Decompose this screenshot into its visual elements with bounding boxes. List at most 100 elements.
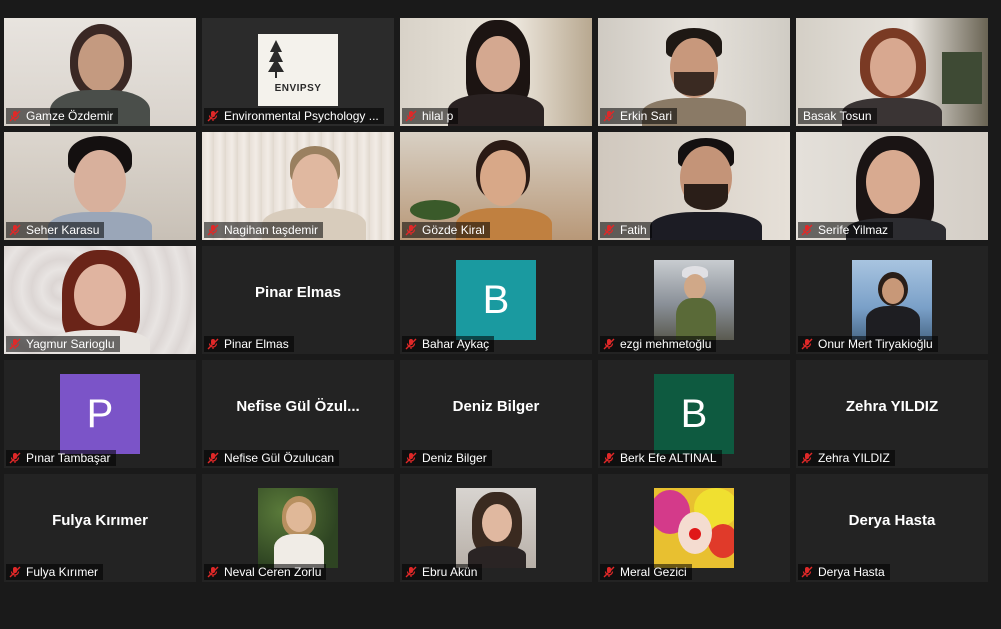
mic-muted-icon	[207, 452, 219, 464]
participant-tile[interactable]: Fatih	[598, 132, 790, 240]
profile-photo	[654, 488, 734, 568]
display-name: Pinar Elmas	[255, 284, 341, 301]
participant-tile[interactable]: Gamze Özdemir	[4, 18, 196, 126]
name-bar: Pinar Elmas	[204, 336, 294, 352]
participant-tile[interactable]: Gözde Kiral	[400, 132, 592, 240]
participant-tile[interactable]: Erkin Sari	[598, 18, 790, 126]
participant-name: hilal p	[422, 109, 454, 123]
name-bar: Basak Tosun	[798, 108, 877, 124]
name-bar: Fulya Kırımer	[6, 564, 104, 580]
participant-tile[interactable]: hilal p	[400, 18, 592, 126]
name-bar: Zehra YILDIZ	[798, 450, 895, 466]
participant-tile[interactable]: P Pınar Tambaşar	[4, 360, 196, 468]
mic-muted-icon	[603, 338, 615, 350]
letter-avatar: B	[654, 374, 734, 454]
participant-name: Fatih	[620, 223, 647, 237]
participant-tile[interactable]: Zehra YILDIZ Zehra YILDIZ	[796, 360, 988, 468]
profile-photo	[456, 488, 536, 568]
mic-muted-icon	[801, 452, 813, 464]
participant-name: Neval Ceren Zorlu	[224, 565, 322, 579]
name-bar: Nefise Gül Özulucan	[204, 450, 340, 466]
name-bar: Deniz Bilger	[402, 450, 492, 466]
mic-muted-icon	[405, 110, 417, 122]
participant-name: Onur Mert Tiryakioğlu	[818, 337, 933, 351]
name-bar: Fatih	[600, 222, 652, 238]
participant-tile[interactable]: Nefise Gül Özul... Nefise Gül Özulucan	[202, 360, 394, 468]
name-bar: Environmental Psychology ...	[204, 108, 384, 124]
mic-muted-icon	[9, 338, 21, 350]
mic-muted-icon	[405, 452, 417, 464]
profile-photo	[654, 260, 734, 340]
participant-tile[interactable]: B Berk Efe ALTINAL	[598, 360, 790, 468]
participant-name: Berk Efe ALTINAL	[620, 451, 717, 465]
envipsy-logo: ENVIPSY	[258, 34, 338, 106]
name-bar: Berk Efe ALTINAL	[600, 450, 722, 466]
name-bar: Bahar Aykaç	[402, 336, 495, 352]
name-bar: Gamze Özdemir	[6, 108, 119, 124]
participant-tile[interactable]: Seher Karasu	[4, 132, 196, 240]
avatar-letter: B	[482, 277, 510, 322]
participant-name: Bahar Aykaç	[422, 337, 490, 351]
display-name: Derya Hasta	[848, 512, 936, 529]
mic-muted-icon	[9, 566, 21, 578]
participant-name: Zehra YILDIZ	[818, 451, 890, 465]
participant-tile-active-speaker[interactable]: Basak Tosun	[796, 18, 988, 126]
mic-muted-icon	[405, 566, 417, 578]
display-name: Deniz Bilger	[452, 398, 540, 415]
name-bar: hilal p	[402, 108, 459, 124]
name-bar: Meral Gezici	[600, 564, 692, 580]
participant-name: Ebru Akün	[422, 565, 478, 579]
participant-tile[interactable]: Onur Mert Tiryakioğlu	[796, 246, 988, 354]
tree-icon	[268, 40, 284, 78]
participant-tile[interactable]: B Bahar Aykaç	[400, 246, 592, 354]
mic-muted-icon	[405, 338, 417, 350]
mic-muted-icon	[207, 110, 219, 122]
participant-tile[interactable]: Yagmur Sarioglu	[4, 246, 196, 354]
participant-tile[interactable]: Fulya Kırımer Fulya Kırımer	[4, 474, 196, 582]
participant-tile[interactable]: Nagihan taşdemir	[202, 132, 394, 240]
display-name: Fulya Kırımer	[52, 512, 148, 529]
name-bar: Nagihan taşdemir	[204, 222, 324, 238]
participant-name: Yagmur Sarioglu	[26, 337, 115, 351]
name-bar: ezgi mehmetoğlu	[600, 336, 717, 352]
participant-name: Meral Gezici	[620, 565, 687, 579]
mic-muted-icon	[9, 110, 21, 122]
mic-muted-icon	[603, 452, 615, 464]
participant-tile[interactable]: Meral Gezici	[598, 474, 790, 582]
participant-name: Basak Tosun	[803, 109, 872, 123]
mic-muted-icon	[801, 224, 813, 236]
participant-name: Gözde Kiral	[422, 223, 485, 237]
participant-tile[interactable]: Pinar Elmas Pinar Elmas	[202, 246, 394, 354]
mic-muted-icon	[9, 452, 21, 464]
mic-muted-icon	[603, 110, 615, 122]
participant-tile[interactable]: ENVIPSY Environmental Psychology ...	[202, 18, 394, 126]
participant-tile[interactable]: Deniz Bilger Deniz Bilger	[400, 360, 592, 468]
name-bar: Onur Mert Tiryakioğlu	[798, 336, 938, 352]
mic-muted-icon	[603, 224, 615, 236]
profile-photo	[852, 260, 932, 340]
mic-muted-icon	[207, 566, 219, 578]
participant-name: Serife Yilmaz	[818, 223, 889, 237]
name-bar: Derya Hasta	[798, 564, 890, 580]
mic-muted-icon	[207, 224, 219, 236]
name-bar: Yagmur Sarioglu	[6, 336, 120, 352]
mic-muted-icon	[405, 224, 417, 236]
participant-tile[interactable]: Derya Hasta Derya Hasta	[796, 474, 988, 582]
letter-avatar: B	[456, 260, 536, 340]
participant-tile[interactable]: Neval Ceren Zorlu	[202, 474, 394, 582]
participant-tile[interactable]: ezgi mehmetoğlu	[598, 246, 790, 354]
name-bar: Pınar Tambaşar	[6, 450, 116, 466]
participant-name: Gamze Özdemir	[26, 109, 114, 123]
mic-muted-icon	[207, 338, 219, 350]
name-bar: Erkin Sari	[600, 108, 678, 124]
participant-name: Pinar Elmas	[224, 337, 289, 351]
name-bar: Seher Karasu	[6, 222, 105, 238]
participant-tile[interactable]: Serife Yilmaz	[796, 132, 988, 240]
participant-name: Fulya Kırımer	[26, 565, 99, 579]
participant-tile[interactable]: Ebru Akün	[400, 474, 592, 582]
mic-muted-icon	[801, 338, 813, 350]
name-bar: Neval Ceren Zorlu	[204, 564, 327, 580]
participant-name: Nefise Gül Özulucan	[224, 451, 335, 465]
letter-avatar: P	[60, 374, 140, 454]
participant-name: ezgi mehmetoğlu	[620, 337, 712, 351]
